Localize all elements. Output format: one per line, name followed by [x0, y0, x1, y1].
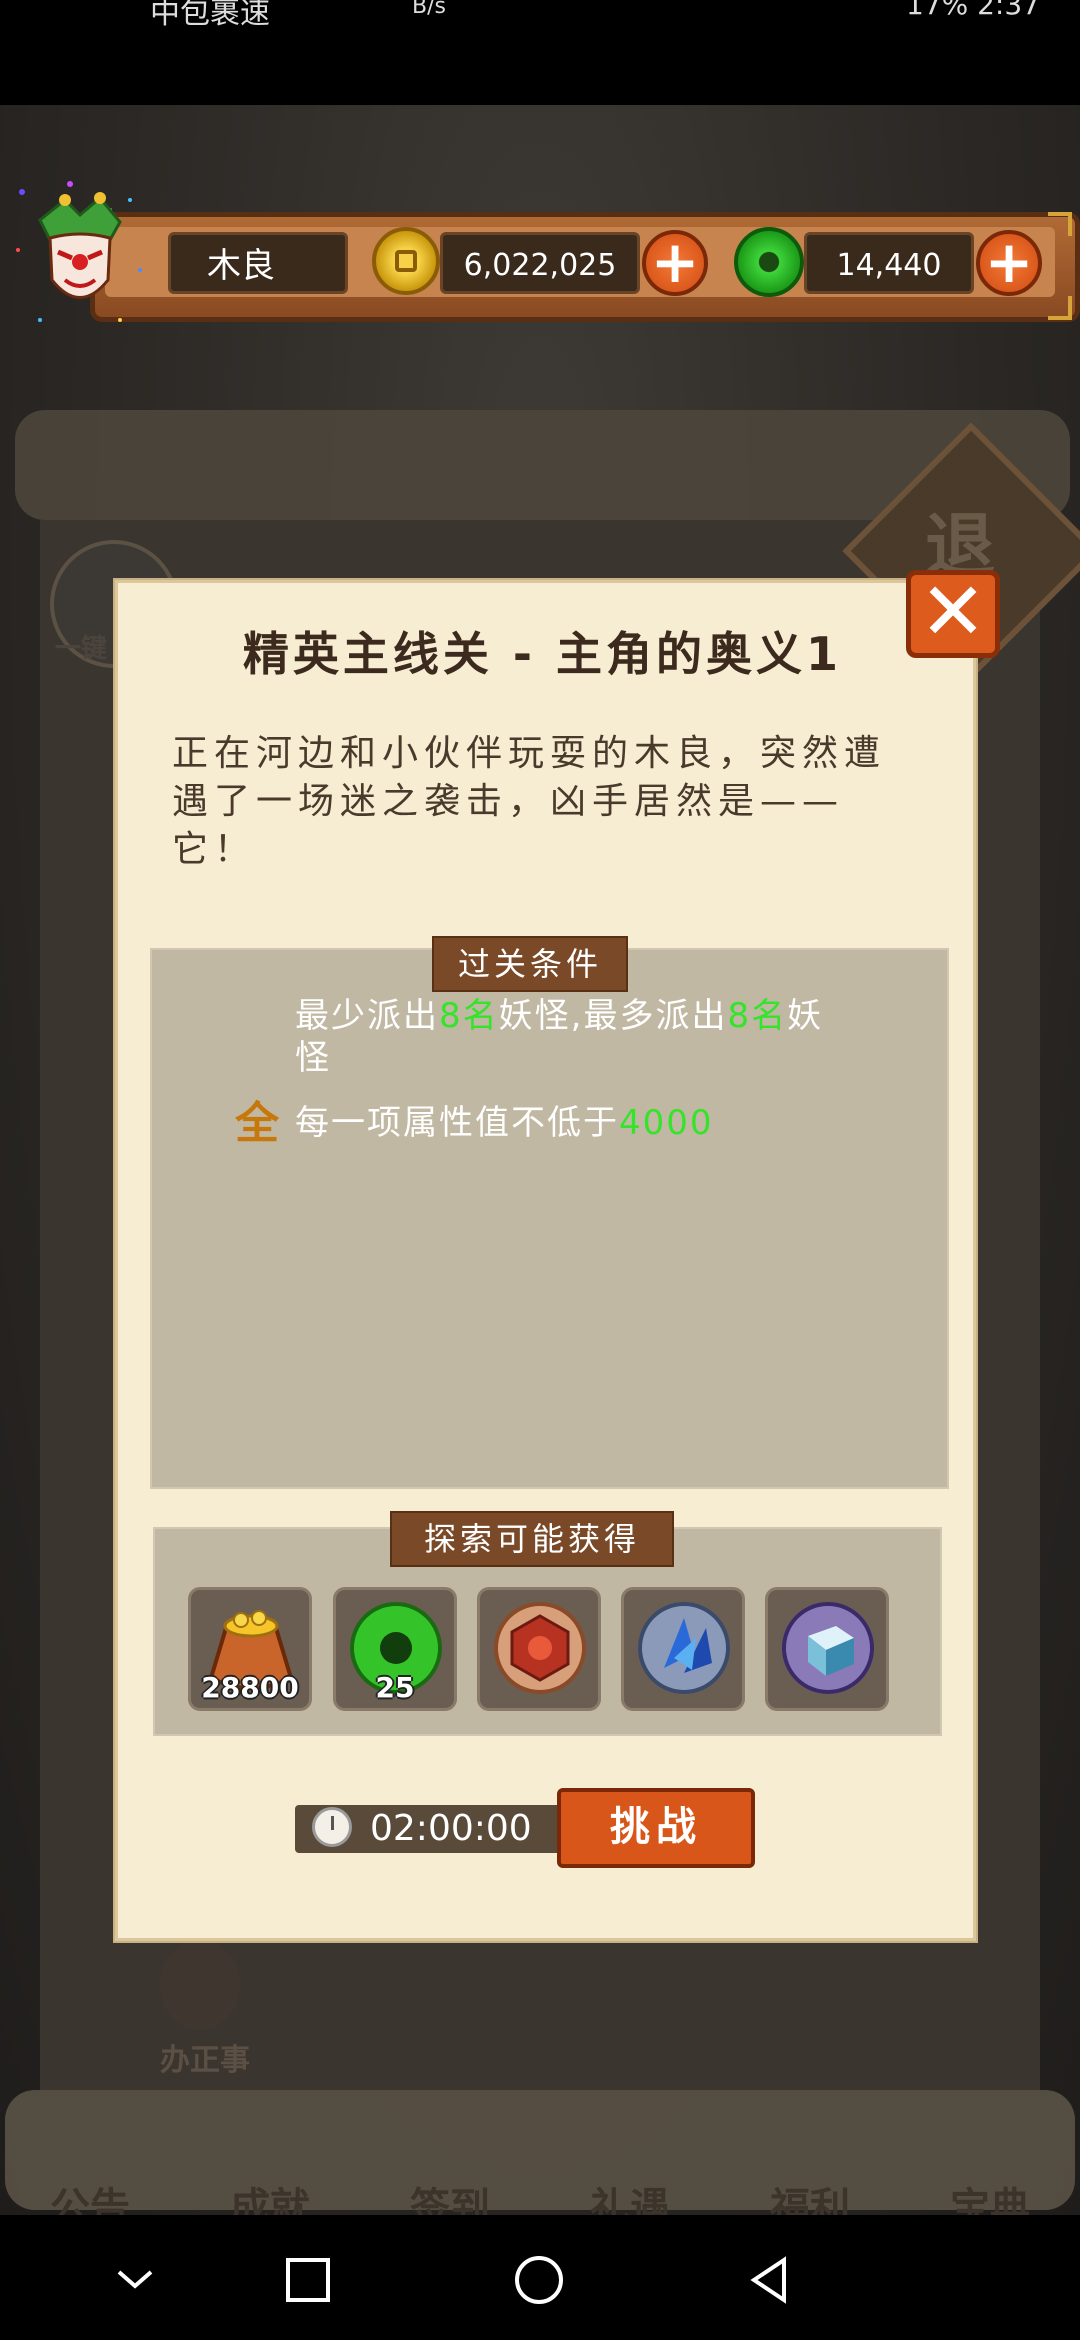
reward-count: 28800: [201, 1671, 299, 1704]
reward-red-seal[interactable]: [477, 1587, 601, 1711]
background-character: 办正事: [120, 1940, 280, 2080]
bg-tab: 签到: [410, 2185, 490, 2231]
status-bar: 中包裹速 B/s 17% 2:37: [0, 0, 1080, 105]
condition-deploy-count: 最少派出8名妖怪,最多派出8名妖怪: [295, 995, 855, 1079]
coin-balance: 6,022,025: [440, 232, 640, 294]
timer-text: 02:00:00: [370, 1808, 532, 1849]
condition-attribute-min: 每一项属性值不低于4000: [295, 1102, 855, 1144]
treasure-box-icon: [782, 1602, 874, 1694]
bg-tab: 成就: [230, 2185, 310, 2231]
corner-ornament: [1048, 296, 1072, 320]
reward-treasure-box[interactable]: [765, 1587, 889, 1711]
back-triangle-icon[interactable]: [740, 2250, 800, 2310]
home-circle-icon[interactable]: [509, 2250, 569, 2310]
condition-max-value: 8名: [727, 996, 788, 1036]
side-quick-label: 一键: [55, 634, 108, 664]
bg-tab: 宝典: [950, 2185, 1030, 2231]
full-attribute-icon: 全: [230, 1098, 284, 1150]
stopwatch-icon: [312, 1807, 352, 1847]
condition-text: 每一项属性值不低于: [295, 1103, 619, 1143]
conditions-tag: 过关条件: [432, 936, 628, 992]
reward-jade[interactable]: 25: [333, 1587, 457, 1711]
background-character-label: 办正事: [160, 2043, 250, 2078]
condition-text: 妖怪,最多派出: [498, 996, 728, 1036]
dialog-description: 正在河边和小伙伴玩耍的木良，突然遭遇了一场迷之袭击，凶手居然是——它！: [172, 733, 887, 870]
condition-text: 最少派出: [295, 996, 439, 1036]
red-seal-icon: [494, 1602, 586, 1694]
jade-balance: 14,440: [804, 232, 974, 294]
blue-crystal-icon: [638, 1602, 730, 1694]
bg-tab: 公告: [50, 2185, 130, 2231]
chevron-down-icon[interactable]: [105, 2250, 165, 2310]
corner-ornament: [1048, 212, 1072, 236]
condition-attribute-value: 4000: [619, 1103, 714, 1143]
jade-icon: [734, 227, 804, 297]
challenge-button[interactable]: 挑战: [557, 1788, 755, 1868]
reward-gold-bag[interactable]: 28800: [188, 1587, 312, 1711]
coin-icon: [372, 227, 440, 295]
status-right-text: 17% 2:37: [905, 0, 1040, 21]
recents-square-icon[interactable]: [278, 2250, 338, 2310]
bg-tab: 福利: [770, 2185, 850, 2231]
network-speed: B/s: [412, 0, 446, 19]
player-name: 木良: [168, 232, 348, 294]
add-coins-button[interactable]: +: [642, 230, 708, 296]
status-left-text: 中包裹速: [150, 0, 270, 31]
bg-tab: 礼遇: [590, 2185, 670, 2231]
dialog-title: 精英主线关 - 主角的奥义1: [242, 627, 843, 681]
add-jade-button[interactable]: +: [976, 230, 1042, 296]
background-bottom-tabs: 公告 成就 签到 礼遇 福利 宝典: [0, 2175, 1080, 2231]
condition-min-value: 8名: [439, 996, 499, 1036]
reward-blue-crystal[interactable]: [621, 1587, 745, 1711]
player-avatar[interactable]: [10, 180, 150, 330]
reward-count: 25: [375, 1671, 415, 1704]
rewards-tag: 探索可能获得: [390, 1511, 674, 1567]
